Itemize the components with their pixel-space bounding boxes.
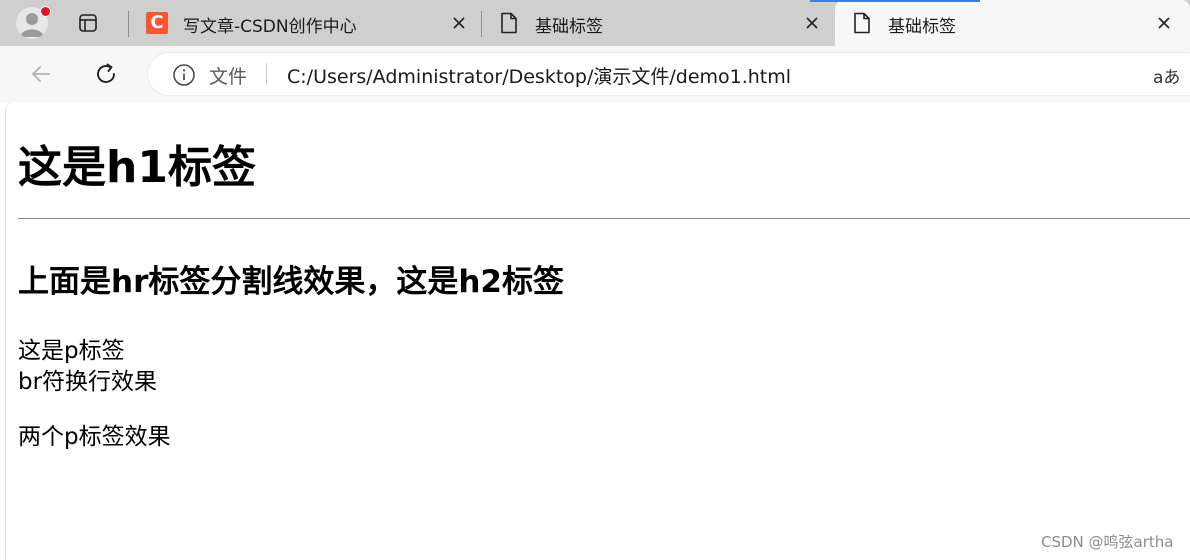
paragraph-1: 这是p标签 br符换行效果: [18, 336, 157, 398]
site-info-label[interactable]: 文件: [209, 62, 247, 89]
tab-actions-icon: [79, 14, 97, 32]
paragraph-1-line-1: 这是p标签: [18, 338, 125, 364]
paragraph-2: 两个p标签效果: [18, 424, 171, 450]
close-icon: [1158, 17, 1170, 29]
heading-h1: 这是h1标签: [18, 142, 256, 193]
back-arrow-icon: [32, 66, 50, 82]
close-icon: [806, 17, 818, 29]
file-icon: [854, 12, 870, 34]
csdn-logo-icon: C: [146, 12, 168, 34]
tab-close-button[interactable]: [449, 13, 469, 33]
address-bar[interactable]: 文件 C:/Users/Administrator/Desktop/演示文件/d…: [148, 53, 1190, 95]
address-separator: [266, 63, 267, 85]
tab-strip: C 写文章-CSDN创作中心 基础标签 基础标签: [0, 0, 1190, 46]
page-viewport: 这是h1标签 上面是hr标签分割线效果，这是h2标签 这是p标签 br符换行效果…: [6, 102, 1190, 560]
info-icon[interactable]: [172, 63, 196, 87]
heading-h2: 上面是hr标签分割线效果，这是h2标签: [18, 264, 564, 300]
refresh-button[interactable]: [90, 58, 122, 90]
browser-toolbar: 文件 C:/Users/Administrator/Desktop/演示文件/d…: [0, 46, 1190, 102]
back-button[interactable]: [25, 58, 57, 90]
read-aloud-button[interactable]: aあ: [1153, 63, 1180, 88]
tab-title: 写文章-CSDN创作中心: [183, 17, 357, 37]
tab-loading-indicator: [810, 0, 980, 2]
refresh-icon: [97, 63, 115, 83]
csdn-watermark: CSDN @鸣弦artha: [1041, 533, 1174, 551]
file-icon: [501, 12, 517, 34]
tab-csdn[interactable]: C 写文章-CSDN创作中心: [133, 0, 478, 46]
tab-separator: [128, 11, 129, 37]
close-icon: [453, 17, 465, 29]
tab-actions-button[interactable]: [73, 10, 103, 36]
tab-close-button[interactable]: [802, 13, 822, 33]
tab-basic-tags-1[interactable]: 基础标签: [486, 0, 831, 46]
horizontal-rule: [18, 218, 1190, 219]
tab-basic-tags-2[interactable]: 基础标签: [835, 0, 1190, 46]
tab-title: 基础标签: [888, 17, 956, 37]
tab-close-button[interactable]: [1154, 13, 1174, 33]
url-text[interactable]: C:/Users/Administrator/Desktop/演示文件/demo…: [287, 62, 791, 89]
tab-separator: [481, 11, 482, 37]
paragraph-1-line-2: br符换行效果: [18, 369, 158, 395]
notification-dot: [40, 6, 51, 17]
tab-title: 基础标签: [535, 17, 603, 37]
